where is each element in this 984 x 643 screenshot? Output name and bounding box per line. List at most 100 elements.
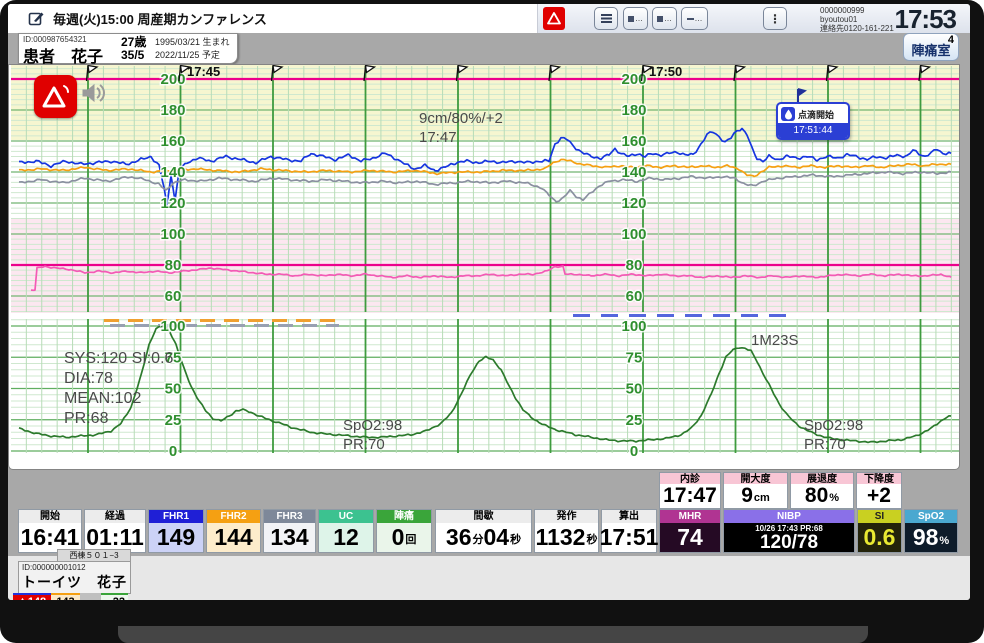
svg-text:160: 160 xyxy=(621,133,646,150)
tile-label: 内診 xyxy=(660,473,720,484)
svg-text:120: 120 xyxy=(621,195,646,212)
bed-patient-name: トーイツ 花子 xyxy=(22,572,127,592)
toolbar-button-2[interactable]: … xyxy=(652,7,677,30)
tile-算出[interactable]: 算出17:51 xyxy=(601,509,657,553)
svg-text:50: 50 xyxy=(165,381,182,398)
tile-value: 36分04秒 xyxy=(436,523,531,552)
tile-NIBP[interactable]: NIBP10/26 17:43 PR:68120/78 xyxy=(723,509,855,553)
bed-fhr2-cell[interactable]: 143 xyxy=(51,593,80,600)
svg-text:25: 25 xyxy=(626,412,643,429)
bed-uc-cell[interactable]: 22 xyxy=(101,593,128,600)
tile-value: 144 xyxy=(207,523,260,552)
svg-text:0: 0 xyxy=(169,443,177,460)
tile-SpO2[interactable]: SpO298% xyxy=(904,509,958,553)
tile-value: 01:11 xyxy=(85,523,145,552)
chart-annotation: PR:70 xyxy=(343,436,385,453)
alarm-button[interactable] xyxy=(543,7,565,30)
tile-SI[interactable]: SI0.6 xyxy=(857,509,902,553)
tile-経過[interactable]: 経過01:11 xyxy=(84,509,146,553)
chart-annotation: SYS:120 SI:0.6 xyxy=(64,350,174,367)
tile-開始[interactable]: 開始16:41 xyxy=(18,509,82,553)
event-popup[interactable]: 点滴開始 17:51:44 xyxy=(776,102,850,140)
tile-label: 展退度 xyxy=(791,473,853,484)
tile-value: 149 xyxy=(149,523,203,552)
svg-text:80: 80 xyxy=(165,257,182,274)
tile-value: 10/26 17:43 PR:68120/78 xyxy=(724,523,854,552)
chart-annotation: SpO2:98 xyxy=(804,417,863,434)
svg-text:100: 100 xyxy=(621,318,646,335)
toolbar-button-1[interactable]: … xyxy=(623,7,648,30)
chart-annotation: MEAN:102 xyxy=(64,390,141,407)
chart-annotation: 9cm/80%/+2 xyxy=(419,110,503,127)
tile-発作[interactable]: 発作1132秒 xyxy=(534,509,599,553)
iv-drip-icon xyxy=(781,107,795,121)
tile-value: 9cm xyxy=(724,484,787,508)
tile-label: 経過 xyxy=(85,510,145,523)
chart-annotation: 17:47 xyxy=(419,129,457,146)
chart-alarm-icon[interactable] xyxy=(34,75,77,118)
time-label: 17:45 xyxy=(187,65,220,79)
tile-label: FHR2 xyxy=(207,510,260,523)
tile-内診[interactable]: 内診17:47 xyxy=(659,472,721,509)
svg-text:50: 50 xyxy=(626,381,643,398)
tile-FHR3[interactable]: FHR3134 xyxy=(263,509,316,553)
alarm-triangle-icon xyxy=(546,11,562,26)
chart-annotation: DIA:78 xyxy=(64,370,113,387)
tile-value: 74 xyxy=(660,523,720,552)
tile-MHR[interactable]: MHR74 xyxy=(659,509,721,553)
tile-value: 16:41 xyxy=(19,523,81,552)
tile-陣痛[interactable]: 陣痛0回 xyxy=(376,509,432,553)
event-label: 点滴開始 xyxy=(798,108,834,121)
event-time: 17:51:44 xyxy=(778,123,848,138)
svg-text:0: 0 xyxy=(630,443,638,460)
tile-下降度[interactable]: 下降度+2 xyxy=(856,472,902,509)
toolbar-button-3[interactable]: … xyxy=(681,7,708,30)
monitor-stand xyxy=(118,626,868,643)
monitor-bezel: 毎週(火)15:00 周産期カンファレンス … … … ⋮ 0000000999… xyxy=(0,0,984,643)
room-badge[interactable]: 4 陣痛室 xyxy=(903,33,959,61)
svg-text:140: 140 xyxy=(621,164,646,181)
tile-value: 1132秒 xyxy=(535,523,598,552)
schedule-title: 毎週(火)15:00 周産期カンファレンス xyxy=(53,9,267,28)
tile-value: +2 xyxy=(857,484,901,508)
alarm-triangle-icon xyxy=(18,598,27,601)
tile-FHR1[interactable]: FHR1149 xyxy=(148,509,204,553)
patient-due: 2022/11/25 予定 xyxy=(155,49,220,62)
tile-value: 134 xyxy=(264,523,315,552)
room-name: 陣痛室 xyxy=(904,40,958,59)
patient-birth: 1995/03/21 生まれ xyxy=(155,36,230,49)
tile-value: 80% xyxy=(791,484,853,508)
tile-value: 0.6 xyxy=(858,523,901,552)
menu-button[interactable] xyxy=(594,7,618,30)
chart-annotation: PR:70 xyxy=(804,436,846,453)
svg-text:200: 200 xyxy=(160,71,185,88)
tile-value: 17:47 xyxy=(660,484,720,508)
tile-展退度[interactable]: 展退度80% xyxy=(790,472,854,509)
tile-value: 0回 xyxy=(377,523,431,552)
tile-label: 算出 xyxy=(602,510,656,523)
tile-label: 陣痛 xyxy=(377,510,431,523)
tile-FHR2[interactable]: FHR2144 xyxy=(206,509,261,553)
tile-間歇[interactable]: 間歇36分04秒 xyxy=(435,509,532,553)
patient-card[interactable]: ID:000987654321 患者 花子 27歳 35/5 1995/03/2… xyxy=(18,33,238,64)
patient-strip: ID:000987654321 患者 花子 27歳 35/5 1995/03/2… xyxy=(8,33,970,64)
hamburger-icon xyxy=(600,13,613,24)
svg-text:120: 120 xyxy=(160,195,185,212)
more-button[interactable]: ⋮ xyxy=(763,7,787,30)
edit-icon xyxy=(28,10,45,27)
bed-mini-values: 148 143 22 xyxy=(13,593,128,600)
svg-text:60: 60 xyxy=(165,288,182,305)
tile-value: 17:51 xyxy=(602,523,656,552)
patient-weeks: 35/5 xyxy=(121,49,144,62)
tile-UC[interactable]: UC12 xyxy=(318,509,374,553)
svg-text:140: 140 xyxy=(160,164,185,181)
ctg-chart-panel[interactable]: 2001801601401201008060100755025020018016… xyxy=(8,64,960,470)
bed-patient-card[interactable]: ID:000000001012 トーイツ 花子 xyxy=(18,561,131,594)
tile-label: NIBP xyxy=(724,510,854,523)
svg-text:100: 100 xyxy=(160,226,185,243)
tile-開大度[interactable]: 開大度9cm xyxy=(723,472,788,509)
tile-label: 開大度 xyxy=(724,473,787,484)
svg-text:100: 100 xyxy=(621,226,646,243)
schedule-title-tab[interactable]: 毎週(火)15:00 周産期カンファレンス xyxy=(8,4,538,33)
bed-fhr1-cell[interactable]: 148 xyxy=(13,593,51,600)
